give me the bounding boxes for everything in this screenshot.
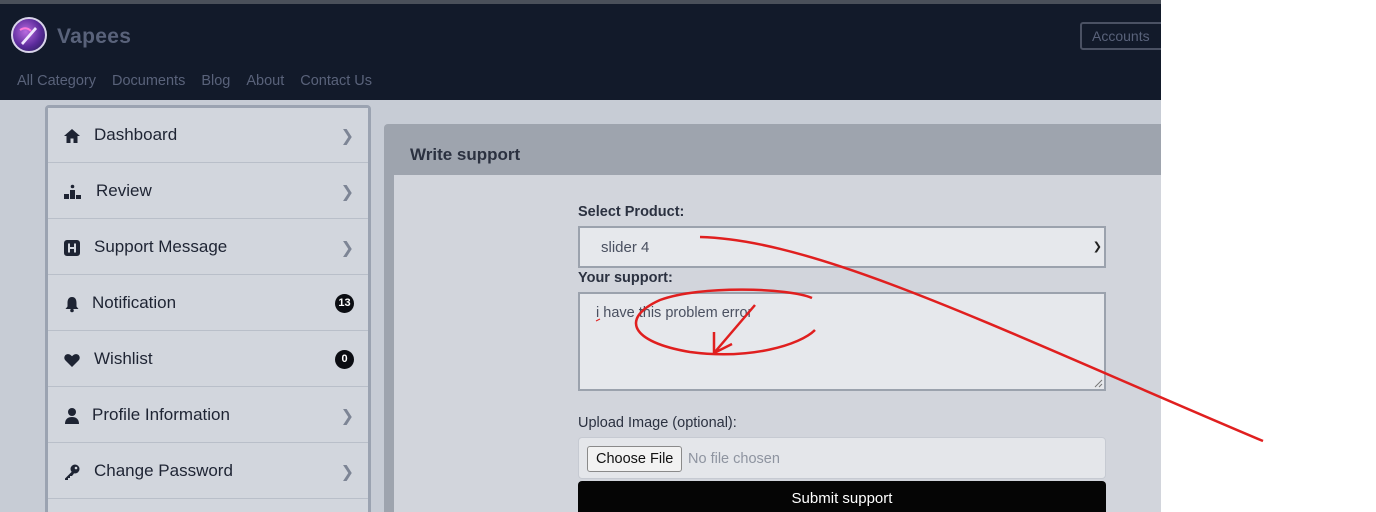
sidebar-item-support-message[interactable]: Support Message ❯	[48, 220, 368, 275]
sidebar-item-review[interactable]: Review ❯	[48, 164, 368, 219]
support-textarea-value: i have this problem error	[596, 305, 753, 321]
sidebar-item-notification[interactable]: Notification 13	[48, 276, 368, 331]
support-textarea[interactable]: i have this problem error	[578, 292, 1106, 391]
chevron-right-icon: ❯	[340, 184, 354, 201]
file-status-text: No file chosen	[688, 451, 780, 467]
choose-file-button[interactable]: Choose File	[587, 446, 683, 472]
upload-image-field: Choose File No file chosen	[578, 437, 1106, 479]
panel-title: Write support	[410, 145, 521, 164]
upload-label: Upload Image (optional):	[578, 415, 737, 431]
brand-name[interactable]: Vapees	[57, 25, 131, 49]
chevron-down-icon: ❯	[1092, 241, 1102, 253]
chevron-right-icon: ❯	[340, 408, 354, 425]
wishlist-count-badge: 0	[335, 350, 354, 369]
site-header: Vapees Accounts All Category Documents B…	[0, 4, 1161, 100]
chevron-right-icon: ❯	[340, 240, 354, 257]
support-label: Your support:	[578, 270, 673, 286]
product-label: Select Product:	[578, 204, 685, 220]
account-sidebar: Dashboard ❯ Review ❯ Support Message ❯ N…	[45, 105, 371, 512]
sidebar-item-label: Support Message	[94, 237, 228, 256]
sidebar-item-label: Notification	[92, 293, 177, 312]
h-square-icon	[64, 240, 80, 256]
sidebar-item-profile-information[interactable]: Profile Information ❯	[48, 388, 368, 443]
product-select[interactable]: slider 4 ❯	[578, 226, 1106, 268]
nav-blog[interactable]: Blog	[201, 73, 230, 89]
sidebar-item-label: Profile Information	[92, 405, 230, 424]
sidebar-item-label: Dashboard	[94, 125, 178, 144]
chevron-right-icon: ❯	[340, 128, 354, 145]
main-nav: All Category Documents Blog About Contac…	[17, 73, 372, 89]
sidebar-item-wishlist[interactable]: Wishlist 0	[48, 332, 368, 387]
key-icon	[65, 464, 80, 480]
chevron-right-icon: ❯	[340, 464, 354, 481]
heart-icon	[64, 354, 80, 367]
bell-icon	[65, 297, 79, 313]
nav-documents[interactable]: Documents	[112, 73, 185, 89]
notification-count-badge: 13	[335, 294, 354, 313]
sidebar-item-dashboard[interactable]: Dashboard ❯	[48, 108, 368, 163]
sidebar-item-label: Wishlist	[94, 349, 153, 368]
accounts-button[interactable]: Accounts	[1080, 22, 1161, 50]
sidebar-item-label: Change Password	[94, 461, 233, 480]
sidebar-item-change-password[interactable]: Change Password ❯	[48, 444, 368, 499]
nav-about[interactable]: About	[246, 73, 284, 89]
brand-logo-icon[interactable]	[11, 17, 47, 53]
home-icon	[64, 129, 80, 143]
sidebar-item-label: Review	[96, 181, 152, 200]
product-select-value: slider 4	[601, 239, 650, 256]
app-window: Vapees Accounts All Category Documents B…	[0, 0, 1161, 512]
submit-support-button[interactable]: Submit support	[578, 481, 1106, 512]
nav-contact-us[interactable]: Contact Us	[300, 73, 372, 89]
resize-grip-icon[interactable]	[1093, 378, 1103, 388]
user-icon	[65, 408, 79, 424]
podium-icon	[64, 184, 81, 199]
nav-all-category[interactable]: All Category	[17, 73, 96, 89]
